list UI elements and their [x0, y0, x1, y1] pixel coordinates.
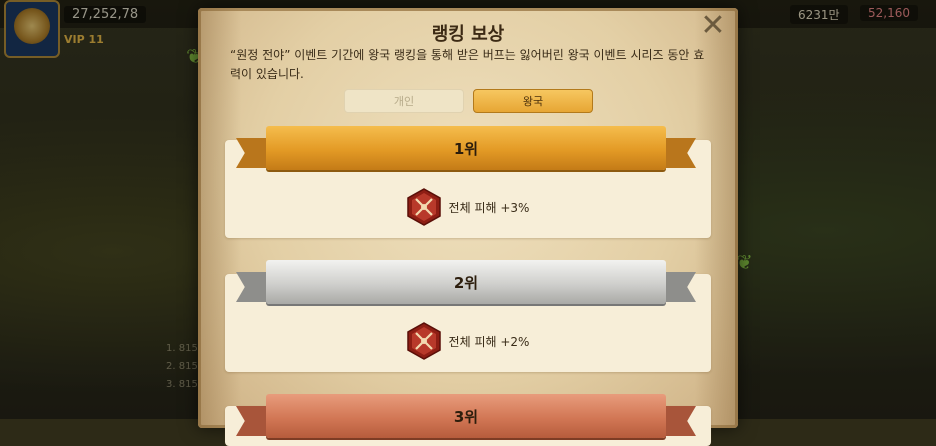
- reward-row: 전체 피해 +3%: [225, 188, 711, 226]
- rank-label: 2위: [266, 260, 666, 304]
- reward-row: 전체 피해 +2%: [225, 322, 711, 360]
- tab-kingdom[interactable]: 왕국: [473, 89, 593, 113]
- rank-ribbon-bronze: 3위: [236, 394, 696, 438]
- rank-ribbon-silver: 2위: [236, 260, 696, 304]
- close-icon[interactable]: ✕: [699, 11, 727, 41]
- rank-label: 1위: [266, 126, 666, 170]
- dialog-description: “원정 전야” 이벤트 기간에 왕국 랭킹을 통해 받은 버프는 잃어버린 왕국…: [230, 48, 705, 81]
- ranking-reward-dialog: 랭킹 보상 ✕ “원정 전야” 이벤트 기간에 왕국 랭킹을 통해 받은 버프는…: [198, 8, 738, 446]
- reward-text: 전체 피해 +2%: [448, 334, 530, 349]
- crossed-swords-icon: [406, 188, 441, 226]
- leaf-decoration: ❦: [736, 250, 753, 274]
- dialog-title: 랭킹 보상: [431, 24, 505, 45]
- rank-ribbon-gold: 1위: [236, 126, 696, 170]
- tab-personal[interactable]: 개인: [344, 89, 464, 113]
- rank-label: 3위: [266, 394, 666, 438]
- reward-text: 전체 피해 +3%: [448, 200, 530, 215]
- crossed-swords-icon: [406, 322, 441, 360]
